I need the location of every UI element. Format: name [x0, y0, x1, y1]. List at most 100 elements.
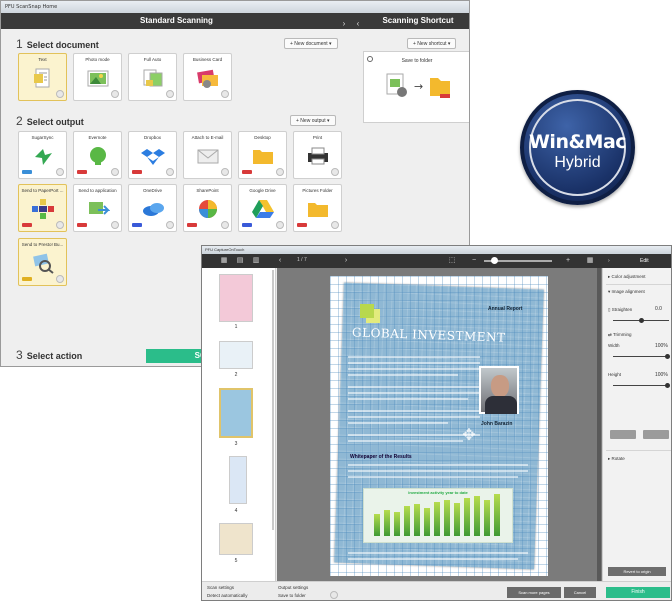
output-tile-sharepoint[interactable]: SharePoint [183, 184, 232, 232]
presto-icon [33, 253, 54, 274]
height-value[interactable]: 100% [655, 372, 668, 378]
shortcut-tile-save-to-folder[interactable]: Save to folder → [363, 51, 469, 123]
edit-pen-icon[interactable] [331, 168, 339, 176]
edit-pen-icon[interactable] [111, 221, 119, 229]
edit-pen-icon[interactable] [56, 275, 64, 283]
list-view-icon[interactable]: ▤ [236, 257, 244, 265]
scan-to-folder-icon: → [386, 73, 450, 98]
zoom-slider-handle[interactable] [491, 257, 498, 264]
edit-pen-icon[interactable] [221, 168, 229, 176]
edit-pen-icon[interactable] [56, 90, 64, 98]
rotate-toggle[interactable]: ▸ Rotate [608, 456, 625, 462]
text-line [348, 392, 480, 394]
output-tile-paperport[interactable]: Send to PaperPort ... [18, 184, 67, 232]
chevron-right-icon[interactable]: › [342, 257, 350, 265]
thumbnail-page[interactable] [219, 523, 253, 555]
new-shortcut-button[interactable]: + New shortcut ▾ [407, 38, 457, 49]
revert-to-origin-button[interactable]: Revert to origin [608, 567, 666, 576]
thumbnail-number: 2 [234, 372, 238, 378]
output-tile-dropbox[interactable]: Dropbox [128, 131, 177, 179]
width-slider-handle[interactable] [665, 354, 670, 359]
cancel-button[interactable]: Cancel [564, 587, 596, 598]
edit-pen-icon[interactable] [331, 221, 339, 229]
scan-settings-value[interactable]: Detect automatically [207, 593, 248, 598]
output-tile-desktop[interactable]: Desktop [238, 131, 287, 179]
canvas-scrollbar[interactable] [597, 268, 601, 581]
document-tile-photo-mode[interactable]: Photo mode [73, 53, 122, 101]
portrait-face [491, 375, 509, 397]
new-output-button[interactable]: + New output ▾ [290, 115, 336, 126]
output-tile-send-to-application[interactable]: Send to application [73, 184, 122, 232]
width-value[interactable]: 100% [655, 343, 668, 349]
service-tag [22, 170, 32, 174]
output-tile-print[interactable]: Print [293, 131, 342, 179]
thumbnail-scrollbar[interactable] [272, 270, 274, 530]
output-tile-google-drive[interactable]: Google Drive [238, 184, 287, 232]
document-canvas[interactable]: Annual Report GLOBAL INVESTMENT John Bar… [277, 268, 602, 581]
chevron-right-icon[interactable]: › [608, 254, 610, 268]
straighten-slider-handle[interactable] [639, 318, 644, 323]
alignment-apply-button[interactable] [610, 430, 636, 439]
output-settings-value[interactable]: Save to folder [278, 593, 306, 598]
zoom-out-icon[interactable]: − [470, 257, 478, 265]
edit-pen-icon[interactable] [166, 221, 174, 229]
new-document-button[interactable]: + New document ▾ [284, 38, 338, 49]
tile-label: Photo mode [85, 57, 110, 62]
chart-bar [484, 500, 490, 536]
chevron-left-icon[interactable]: ‹ [276, 257, 284, 265]
edit-pen-icon[interactable] [56, 221, 64, 229]
thumbnail-page[interactable] [229, 456, 247, 504]
edit-pen-icon[interactable] [221, 221, 229, 229]
thumbnail-page[interactable] [219, 274, 253, 322]
window-titlebar: PFU ScanSnap Home [1, 1, 469, 13]
output-tile-evernote[interactable]: Evernote [73, 131, 122, 179]
document-tile-text[interactable]: Text [18, 53, 67, 101]
move-handle-icon[interactable]: ✥ [459, 426, 479, 446]
output-tile-onedrive[interactable]: OneDrive [128, 184, 177, 232]
edit-pen-icon[interactable] [221, 90, 229, 98]
rotate-label: Rotate [611, 456, 625, 461]
logo-squares [360, 304, 374, 318]
edit-pen-icon[interactable] [56, 168, 64, 176]
thumbnail-number: 5 [234, 558, 238, 564]
output-tile-attach-to-email[interactable]: Attach to E-mail [183, 131, 232, 179]
edit-pen-icon[interactable] [111, 90, 119, 98]
height-slider[interactable] [613, 385, 669, 386]
scan-more-pages-button[interactable]: Scan more pages [507, 587, 561, 598]
edit-pen-icon[interactable] [276, 221, 284, 229]
chart-bar [434, 502, 440, 536]
edit-pen-icon[interactable] [111, 168, 119, 176]
edit-pen-icon[interactable] [166, 90, 174, 98]
single-view-icon[interactable]: ▥ [252, 257, 260, 265]
output-tile-pictures-folder[interactable]: Pictures Folder [293, 184, 342, 232]
chevron-right-icon[interactable]: › [337, 16, 351, 32]
width-slider[interactable] [613, 356, 669, 357]
grid-view-icon[interactable]: ▦ [220, 257, 228, 265]
zoom-in-icon[interactable]: + [564, 257, 572, 265]
section-select-action: 3 Select action [16, 348, 82, 362]
fit-page-icon[interactable]: ⬚ [448, 257, 456, 265]
service-tag [242, 170, 252, 174]
document-tile-full-auto[interactable]: Full Auto [128, 53, 177, 101]
edit-pen-icon[interactable] [330, 591, 338, 599]
image-alignment-label: Image alignment [611, 289, 645, 294]
alignment-reset-button[interactable] [643, 430, 669, 439]
grid-toggle-icon[interactable]: ▦ [586, 257, 594, 265]
image-alignment-toggle[interactable]: ▾ Image alignment [608, 289, 645, 295]
edit-pen-icon[interactable] [276, 168, 284, 176]
output-tile-sugarsync[interactable]: SugarSync [18, 131, 67, 179]
height-label: Height [608, 372, 622, 377]
thumbnail-page-selected[interactable] [219, 388, 253, 438]
edit-pen-icon[interactable] [166, 168, 174, 176]
chevron-left-icon[interactable]: ‹ [351, 16, 365, 32]
height-slider-handle[interactable] [665, 383, 670, 388]
straighten-value[interactable]: 0.0 [655, 306, 662, 312]
output-tile-presto[interactable]: Send to Presto! Bu... [18, 238, 67, 286]
svg-text:→: → [414, 80, 423, 93]
document-tile-business-card[interactable]: Business Card [183, 53, 232, 101]
color-adjustment-toggle[interactable]: ▸ Color adjustment [608, 274, 646, 280]
chart-bar [414, 504, 420, 536]
finish-button[interactable]: Finish [606, 587, 670, 598]
thumbnail-page[interactable] [219, 341, 253, 369]
section-number: 1 [16, 37, 23, 51]
